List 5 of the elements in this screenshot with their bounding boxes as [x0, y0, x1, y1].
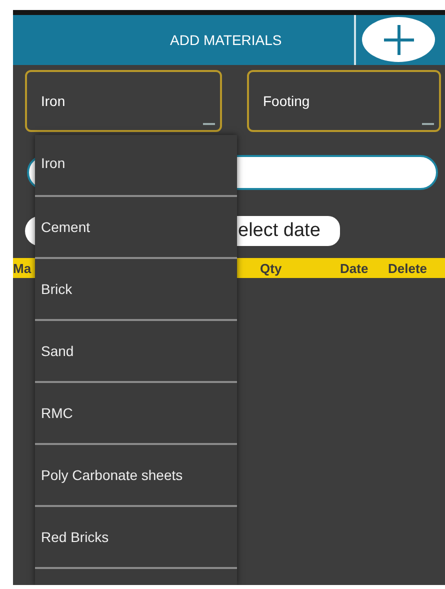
column-header: Delete: [388, 260, 428, 276]
header-title: ADD MATERIALS: [170, 32, 282, 48]
column-header: Qty: [259, 260, 283, 276]
column-header: Ma: [13, 260, 32, 276]
column-header: Date: [339, 260, 370, 276]
